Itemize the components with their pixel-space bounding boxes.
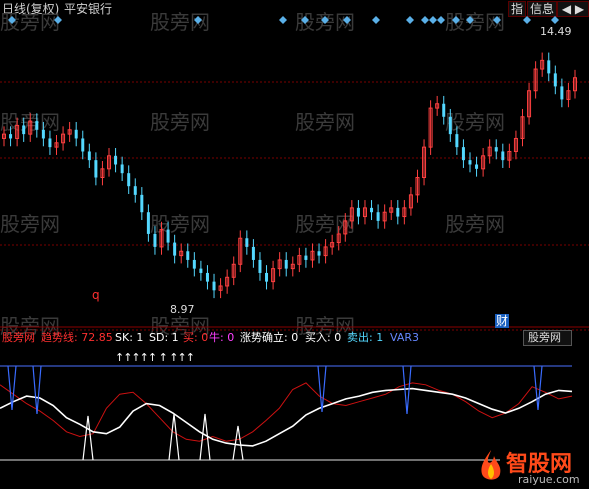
candle-down — [448, 116, 452, 135]
signal-diamond — [194, 16, 202, 24]
candle-down — [494, 147, 498, 152]
indicator-bar: 股旁网 趋势线: 72.85 SK: 1 SD: 1 买: 0 牛: 0 涨势确… — [0, 329, 589, 346]
candle-down — [284, 259, 288, 269]
candle-down — [146, 212, 150, 234]
sell-spike — [317, 365, 327, 413]
bull-value: 牛: 0 — [209, 331, 235, 344]
candle-down — [212, 281, 216, 291]
buy-spike — [168, 413, 180, 461]
candle-down — [35, 121, 39, 130]
candle-down — [114, 155, 118, 165]
candle-down — [133, 186, 137, 195]
candle-down — [74, 129, 78, 139]
flame-icon — [481, 450, 501, 480]
candle-down — [205, 272, 209, 282]
signal-diamond — [452, 16, 460, 24]
candle-down — [356, 207, 360, 217]
candle-down — [547, 60, 551, 74]
candle-down — [251, 246, 255, 260]
candle-down — [475, 164, 479, 169]
buy-in-value: 买入: 0 — [305, 331, 342, 344]
signal-diamond — [372, 16, 380, 24]
signal-diamond — [437, 16, 445, 24]
signal-diamond — [466, 16, 474, 24]
candle-down — [22, 125, 26, 135]
sd-value: SD: 1 — [149, 331, 179, 344]
candle-down — [94, 160, 98, 178]
logo-sub: raiyue.com — [518, 473, 580, 486]
indicator-name[interactable]: 股旁网 — [2, 331, 35, 345]
candle-down — [173, 242, 177, 256]
chart-canvas — [0, 16, 589, 461]
trend-value: 趋势线: 72.85 — [41, 331, 113, 344]
grid-lines — [0, 81, 589, 461]
candle-down — [501, 151, 505, 161]
candle-down — [304, 255, 308, 260]
signal-diamond — [406, 16, 414, 24]
trend-confirm-value: 涨势确立: 0 — [240, 331, 299, 344]
signal-diamond — [551, 16, 559, 24]
finance-marker[interactable]: 财 — [495, 314, 510, 328]
signal-diamond — [429, 16, 437, 24]
signal-diamond — [421, 16, 429, 24]
signal-diamond — [493, 16, 501, 24]
candle-down — [370, 207, 374, 213]
candle-down — [245, 238, 249, 247]
signal-diamond — [54, 16, 62, 24]
sk-value: SK: 1 — [115, 331, 144, 344]
q-marker: q — [92, 288, 100, 302]
candle-down — [81, 138, 85, 152]
candle-down — [140, 194, 144, 213]
signal-diamond — [279, 16, 287, 24]
candle-down — [186, 251, 190, 260]
candles — [2, 52, 577, 299]
candle-down — [258, 259, 262, 273]
candle-down — [9, 134, 13, 139]
sell-out-value: 卖出: 1 — [347, 331, 384, 344]
indicator-dropdown[interactable]: 股旁网 — [523, 330, 572, 346]
signal-diamonds — [8, 16, 559, 24]
candle-down — [199, 268, 203, 273]
candle-down — [192, 259, 196, 269]
candle-down — [87, 151, 91, 161]
signal-diamond — [343, 16, 351, 24]
candle-down — [265, 272, 269, 282]
candle-down — [41, 129, 45, 139]
signal-diamond — [301, 16, 309, 24]
signal-diamond — [8, 16, 16, 24]
high-price-label: 14.49 — [540, 25, 572, 38]
dropdown-label: 股旁网 — [528, 331, 561, 344]
candle-down — [560, 86, 564, 100]
candle-down — [442, 103, 446, 117]
candle-down — [461, 147, 465, 161]
var-value: VAR3 — [390, 331, 419, 344]
buy-value: 买: 0 — [183, 331, 209, 344]
signal-diamond — [523, 16, 531, 24]
sell-spike — [32, 365, 42, 415]
candle-down — [396, 207, 400, 217]
candle-down — [48, 138, 52, 148]
candle-down — [455, 134, 459, 148]
candle-down — [553, 73, 557, 87]
signal-diamond — [321, 16, 329, 24]
candle-down — [153, 233, 157, 247]
candle-down — [468, 160, 472, 165]
sell-spike — [402, 365, 412, 415]
low-price-label: 8.97 — [170, 303, 195, 316]
buy-signal-arrows: ↑↑↑↑↑ ↑ ↑↑↑ — [115, 351, 195, 364]
candle-down — [127, 173, 131, 187]
buy-spike — [232, 425, 244, 461]
buy-spike — [82, 415, 94, 461]
site-logo: 智股网 raiyue.com — [478, 446, 588, 488]
candle-down — [166, 229, 170, 243]
candle-down — [376, 212, 380, 221]
candle-down — [120, 164, 124, 174]
candle-down — [317, 251, 321, 256]
